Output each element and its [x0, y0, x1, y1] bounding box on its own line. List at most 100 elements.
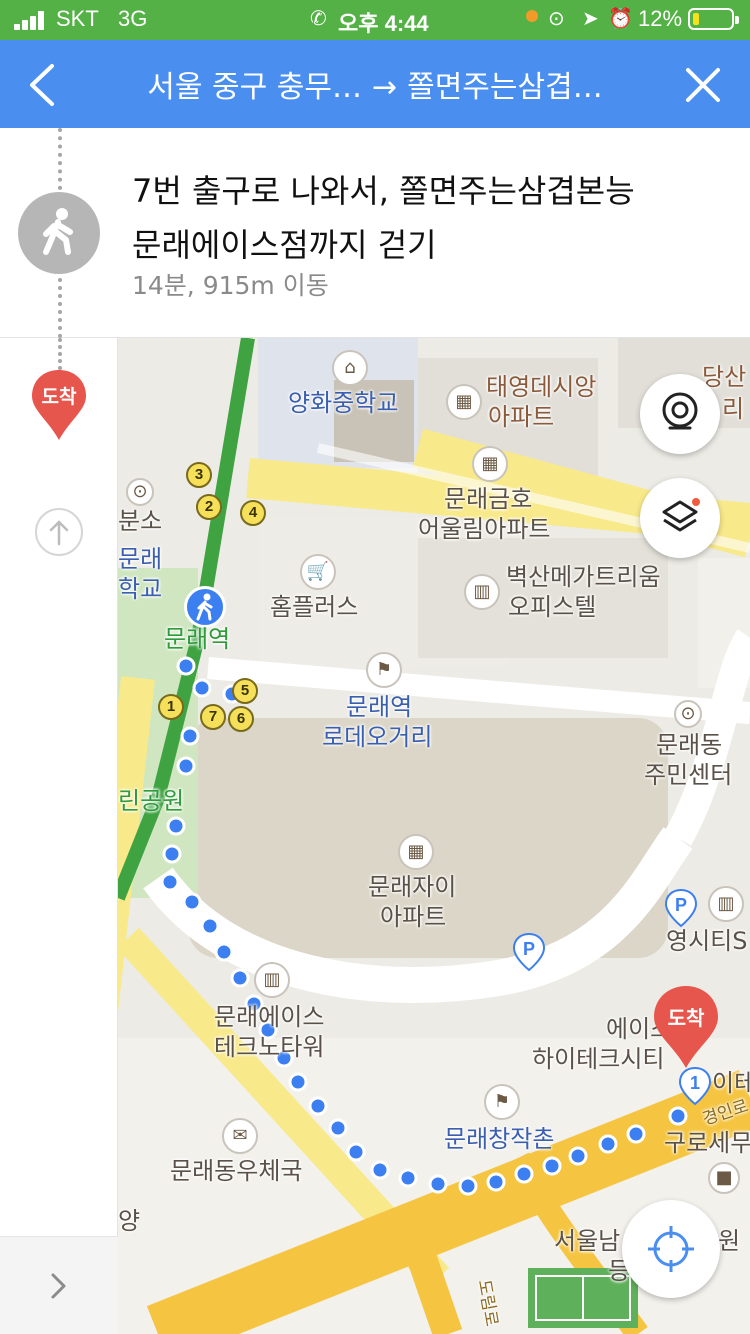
location-icon: ➤	[582, 8, 599, 30]
phone-icon: ✆	[310, 8, 327, 30]
alarm-icon: ⏰	[608, 8, 633, 30]
flag-icon: ⚑	[484, 1084, 520, 1120]
apartment-icon: ▦	[446, 384, 482, 420]
arrival-step-marker[interactable]: 도착	[30, 368, 88, 442]
map-label: 서울남	[554, 1227, 621, 1255]
flag-icon: ⚑	[366, 652, 402, 688]
route-dotted-line	[58, 338, 62, 370]
map-label: 홈플러스	[270, 593, 359, 621]
layers-icon	[662, 498, 700, 532]
shopping-cart-icon: 🛒	[300, 554, 336, 590]
instruction-panel: 7번 출구로 나와서, 쫄면주는삼겹본능 문래에이스점까지 걷기 14분, 91…	[0, 128, 750, 338]
map-label: 문래창작촌	[444, 1125, 555, 1153]
instruction-title: 7번 출구로 나와서, 쫄면주는삼겹본능 문래에이스점까지 걷기	[132, 164, 732, 272]
step-rail: 도착	[0, 338, 118, 1334]
destination-marker: 1	[678, 1066, 712, 1106]
next-step-button[interactable]	[0, 1236, 118, 1334]
apartment-icon: ▦	[472, 446, 508, 482]
parking-icon: P	[512, 932, 546, 972]
map-label: 주민센터	[644, 761, 733, 789]
map-label-station: 문래역	[164, 625, 231, 653]
status-bar: SKT 3G ✆ 오후 4:44 ⊙ ➤ ⏰ 12%	[0, 0, 750, 40]
map-view[interactable]: ⌂ ▦ ▦ 🛒 ▥ ⚑ ⊙ ▦ ▥ ⚑ ✉ ⊙ ▥ ■ P P 3 2 4 5 …	[118, 338, 750, 1334]
map-label: 로데오거리	[322, 723, 433, 751]
exit-7-badge: 7	[200, 704, 226, 730]
parking-icon: P	[664, 888, 698, 928]
battery-icon	[688, 8, 739, 30]
chevron-right-icon	[51, 1273, 66, 1299]
map-label: 양	[118, 1207, 141, 1235]
locate-button[interactable]	[622, 1200, 720, 1298]
map-label: 영시티S	[666, 927, 748, 955]
battery-percent: 12%	[638, 6, 683, 31]
apartment-icon: ▦	[398, 834, 434, 870]
post-office-icon: ✉	[222, 1118, 258, 1154]
map-label: 하이테크시티	[532, 1045, 665, 1073]
street-view-icon	[662, 392, 698, 430]
map-label: 리	[722, 395, 745, 423]
layers-button[interactable]	[640, 478, 720, 558]
map-label: 문래에이스	[214, 1003, 325, 1031]
building-icon: ▥	[464, 574, 500, 610]
map-label: 벽산메가트리움	[506, 563, 661, 591]
arrival-step-label: 도착	[41, 386, 77, 408]
exit-1-badge: 1	[158, 694, 184, 720]
map-label: 학교	[118, 575, 163, 603]
instruction-title-line: 7번 출구로 나와서, 쫄면주는삼겹본능	[132, 172, 635, 210]
rotation-lock-icon: ⊙	[548, 8, 565, 30]
map-label: 문래금호	[444, 485, 533, 513]
map-label: 문래자이	[368, 873, 457, 901]
carrier-label: SKT	[56, 6, 99, 31]
street-view-button[interactable]	[640, 374, 720, 454]
route-header: 서울 중구 충무… → 쫄면주는삼겹…	[0, 40, 750, 128]
map-label: 테크노타워	[214, 1033, 325, 1061]
exit-2-badge: 2	[196, 494, 222, 520]
route-origin: 서울 중구 충무…	[147, 70, 362, 105]
route-summary[interactable]: 서울 중구 충무… → 쫄면주는삼겹…	[130, 62, 620, 106]
network-label: 3G	[118, 6, 148, 31]
map-label: 이테	[712, 1069, 750, 1097]
community-center-icon: ⊙	[674, 700, 702, 728]
walk-icon	[18, 192, 100, 274]
instruction-title-line: 문래에이스점까지 걷기	[132, 226, 437, 264]
destination-pin[interactable]: 도착	[652, 984, 720, 1070]
route-dotted-line	[58, 278, 62, 338]
map-label: 태영데시앙	[486, 373, 597, 401]
map-label: 구로세무	[664, 1129, 750, 1157]
map-label: 양화중학교	[288, 389, 399, 417]
exit-3-badge: 3	[186, 462, 212, 488]
up-arrow-icon[interactable]	[35, 508, 83, 556]
instruction-subtitle: 14분, 915m 이동	[132, 271, 329, 300]
building-icon: ▥	[254, 962, 290, 998]
map-label: 어울림아파트	[418, 515, 551, 543]
destination-pin-label: 도착	[667, 1006, 705, 1030]
back-icon[interactable]	[22, 60, 66, 110]
map-label: 린공원	[118, 787, 185, 815]
exit-6-badge: 6	[228, 706, 254, 732]
svg-text:P: P	[675, 895, 687, 915]
clock: 오후 4:44	[338, 11, 429, 36]
route-arrow: →	[371, 70, 398, 105]
map-label: 원	[718, 1227, 741, 1255]
close-icon[interactable]	[680, 62, 726, 108]
map-label: 오피스텔	[508, 593, 597, 621]
exit-5-badge: 5	[232, 678, 258, 704]
route-destination: 쫄면주는삼겹…	[407, 70, 603, 105]
map-label: 문래동우체국	[170, 1157, 303, 1185]
signal-icon	[14, 10, 48, 30]
start-walk-marker	[184, 586, 226, 628]
stop-icon: ■	[708, 1162, 740, 1194]
map-label: 아파트	[380, 903, 447, 931]
recording-dot-icon	[526, 10, 538, 22]
route-dotted-line	[58, 128, 62, 190]
map-label: 분소	[118, 507, 163, 535]
locate-icon	[648, 1226, 694, 1272]
map-label: 아파트	[488, 403, 555, 431]
building-icon: ▥	[708, 886, 744, 922]
exit-4-badge: 4	[240, 500, 266, 526]
police-icon: ⊙	[126, 478, 154, 506]
map-label: 문래	[118, 545, 163, 573]
svg-text:1: 1	[690, 1073, 700, 1093]
svg-text:P: P	[523, 939, 535, 959]
map-label: 문래동	[656, 731, 723, 759]
